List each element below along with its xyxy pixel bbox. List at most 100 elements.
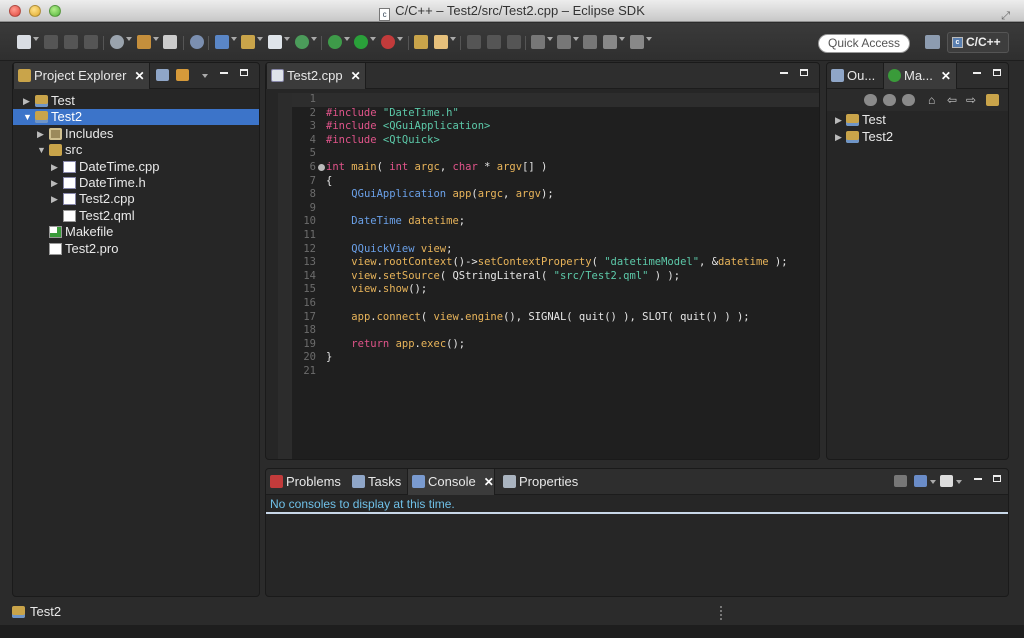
- toggle-mark-icon[interactable]: [487, 35, 501, 49]
- annotation-icon[interactable]: [467, 35, 481, 49]
- tab-tasks[interactable]: Tasks: [348, 469, 406, 495]
- maximize-view-button[interactable]: [240, 69, 248, 76]
- tree-item[interactable]: ▶ Test2.cpp: [13, 191, 259, 207]
- make-target-item[interactable]: ▶ Test2: [827, 129, 1008, 145]
- minimize-view-button[interactable]: [220, 72, 228, 74]
- zoom-window-button[interactable]: [49, 5, 61, 17]
- code-line[interactable]: 12 QQuickView view;: [292, 243, 819, 257]
- new-dropdown-icon[interactable]: [33, 37, 39, 41]
- tree-item[interactable]: ▼ Test2: [13, 109, 259, 126]
- minimize-view-button[interactable]: [974, 478, 982, 480]
- last-edit-icon[interactable]: [583, 35, 597, 49]
- close-window-button[interactable]: [9, 5, 21, 17]
- open-console-dropdown-icon[interactable]: [956, 480, 962, 484]
- collapse-all-icon[interactable]: [156, 69, 169, 81]
- run-icon[interactable]: [354, 35, 368, 49]
- home-icon[interactable]: ⌂: [928, 94, 941, 106]
- save-icon[interactable]: [44, 35, 58, 49]
- debug-icon[interactable]: [328, 35, 342, 49]
- tree-item[interactable]: ▶ Includes: [13, 126, 259, 142]
- edit-make-target-icon[interactable]: [902, 94, 915, 106]
- view-menu-icon[interactable]: [202, 74, 208, 78]
- close-tab-icon[interactable]: ✕: [484, 475, 494, 489]
- code-line[interactable]: 4 #include <QtQuick>: [292, 134, 819, 148]
- expand-arrow-icon[interactable]: ▶: [835, 112, 845, 128]
- make-target-item[interactable]: ▶ Test: [827, 112, 1008, 128]
- tree-item[interactable]: ▶ Test: [13, 93, 259, 109]
- next-annotation-icon[interactable]: [531, 35, 545, 49]
- close-tab-icon[interactable]: ✕: [941, 69, 951, 83]
- expand-arrow-icon[interactable]: ▶: [51, 175, 61, 191]
- new-class-icon[interactable]: [268, 35, 282, 49]
- open-perspective-icon[interactable]: [925, 35, 940, 49]
- code-line[interactable]: 8 QGuiApplication app(argc, argv);: [292, 188, 819, 202]
- tab-properties[interactable]: Properties: [499, 469, 589, 495]
- expand-arrow-icon[interactable]: ▶: [23, 93, 33, 109]
- new-make-target-icon[interactable]: [864, 94, 877, 106]
- maximize-view-button[interactable]: [993, 69, 1001, 76]
- edit-pencil-icon[interactable]: [434, 35, 448, 49]
- code-line[interactable]: 18: [292, 324, 819, 338]
- tab-test2-cpp[interactable]: Test2.cpp ✕: [266, 63, 366, 89]
- code-line[interactable]: 20}: [292, 351, 819, 365]
- print-icon[interactable]: [84, 35, 98, 49]
- build-hammer-icon[interactable]: [137, 35, 151, 49]
- save-all-icon[interactable]: [64, 35, 78, 49]
- external-tools-icon[interactable]: [381, 35, 395, 49]
- hide-empty-folders-icon[interactable]: [986, 94, 999, 106]
- code-line[interactable]: 15 view.show();: [292, 283, 819, 297]
- quick-access-input[interactable]: Quick Access: [818, 34, 910, 53]
- open-folder-icon[interactable]: [414, 35, 428, 49]
- code-line[interactable]: 14 view.setSource( QStringLiteral( "src/…: [292, 270, 819, 284]
- open-console-icon[interactable]: [940, 475, 953, 487]
- code-line[interactable]: 9: [292, 202, 819, 216]
- code-line[interactable]: 3 #include <QGuiApplication>: [292, 120, 819, 134]
- tab-problems[interactable]: Problems: [266, 469, 346, 495]
- code-line[interactable]: 7{: [292, 175, 819, 189]
- tree-item[interactable]: Test2.pro: [13, 241, 259, 257]
- pin-console-icon[interactable]: [894, 475, 907, 487]
- status-grip[interactable]: [720, 606, 722, 620]
- code-line[interactable]: 11: [292, 229, 819, 243]
- code-line[interactable]: 6 int main( int argc, char * argv[] ): [292, 161, 819, 175]
- maximize-view-button[interactable]: [993, 475, 1001, 482]
- code-line[interactable]: 17 app.connect( view.engine(), SIGNAL( q…: [292, 311, 819, 325]
- link-with-editor-icon[interactable]: [176, 69, 189, 81]
- code-line[interactable]: 5: [292, 147, 819, 161]
- build-make-target-icon[interactable]: [883, 94, 896, 106]
- new-folder-icon[interactable]: [241, 35, 255, 49]
- settings-gear-icon[interactable]: [110, 35, 124, 49]
- minimize-view-button[interactable]: [973, 72, 981, 74]
- code-line[interactable]: 10 DateTime datetime;: [292, 215, 819, 229]
- tab-console[interactable]: Console ✕: [407, 469, 495, 495]
- expand-arrow-icon[interactable]: ▶: [37, 126, 47, 142]
- expand-arrow-icon[interactable]: ▶: [835, 129, 845, 145]
- collapse-arrow-icon[interactable]: ▼: [23, 109, 33, 125]
- tree-item[interactable]: Makefile: [13, 224, 259, 240]
- minimize-window-button[interactable]: [29, 5, 41, 17]
- code-line[interactable]: 13 view.rootContext()->setContextPropert…: [292, 256, 819, 270]
- close-tab-icon[interactable]: ✕: [351, 69, 361, 83]
- code-line[interactable]: 21: [292, 365, 819, 379]
- code-line[interactable]: 19 return app.exec();: [292, 338, 819, 352]
- code-line[interactable]: 2 #include "DateTime.h": [292, 107, 819, 121]
- expand-arrow-icon[interactable]: ▶: [51, 191, 61, 207]
- forward-arrow-icon[interactable]: [630, 35, 644, 49]
- target-icon[interactable]: [163, 35, 177, 49]
- code-line[interactable]: 16: [292, 297, 819, 311]
- new-cpp-project-icon[interactable]: [215, 35, 229, 49]
- new-icon[interactable]: [17, 35, 31, 49]
- expand-arrow-icon[interactable]: ▶: [51, 159, 61, 175]
- tree-item[interactable]: ▼ src: [13, 142, 259, 158]
- maximize-editor-button[interactable]: [800, 69, 808, 76]
- search-icon[interactable]: [190, 35, 204, 49]
- block-select-icon[interactable]: [507, 35, 521, 49]
- tab-outline[interactable]: Ou...: [827, 63, 879, 89]
- display-console-dropdown-icon[interactable]: [930, 480, 936, 484]
- code-line[interactable]: 1: [292, 93, 819, 107]
- fold-toggle-icon[interactable]: [318, 164, 325, 171]
- tab-make-target[interactable]: Ma... ✕: [883, 63, 957, 89]
- collapse-arrow-icon[interactable]: ▼: [37, 142, 47, 158]
- code-editor[interactable]: 1 2 #include "DateTime.h" 3 #include <QGuiAp…: [292, 93, 819, 459]
- minimize-editor-button[interactable]: [780, 72, 788, 74]
